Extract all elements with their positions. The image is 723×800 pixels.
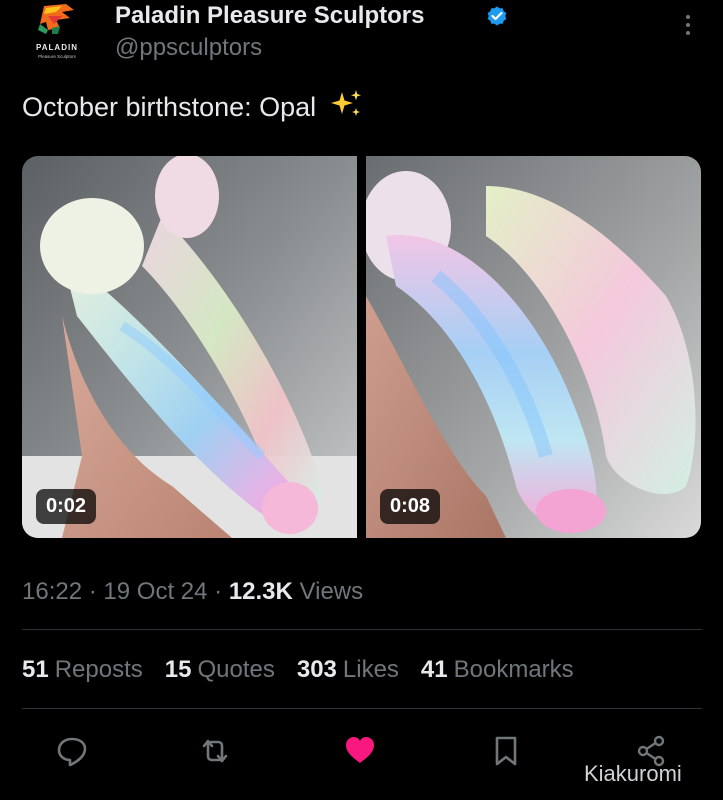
bookmarks-stat[interactable]: 41 Bookmarks — [421, 656, 574, 684]
reposts-count: 51 — [22, 656, 49, 683]
sparkles-icon — [330, 90, 361, 116]
author-display-name[interactable]: Paladin Pleasure Sculptors — [115, 2, 424, 30]
views-label: Views — [299, 578, 364, 605]
bookmark-icon[interactable] — [489, 734, 523, 768]
reposts-stat[interactable]: 51 Reposts — [22, 656, 143, 684]
likes-count: 303 — [296, 656, 337, 683]
meta-separator: · — [88, 578, 97, 605]
opal-product-photo-1 — [22, 156, 357, 538]
like-icon[interactable] — [343, 734, 377, 768]
quotes-stat[interactable]: 15 Quotes — [165, 656, 275, 684]
engagement-stats: 51 Reposts 15 Quotes 303 Likes 41 Bookmarks — [22, 656, 574, 684]
video-duration-badge: 0:08 — [380, 489, 441, 524]
verified-badge-icon — [487, 6, 507, 26]
bookmarks-count: 41 — [420, 656, 448, 683]
bookmarks-label: Bookmarks — [453, 656, 574, 683]
divider — [22, 629, 702, 630]
post-text: October birthstone: Opal — [22, 88, 364, 123]
video-thumbnail-2[interactable]: 0:08 — [366, 156, 701, 538]
quotes-label: Quotes — [197, 656, 275, 683]
post-time[interactable]: 16:22 — [22, 578, 82, 605]
post-date[interactable]: 19 Oct 24 — [103, 578, 207, 605]
author-handle[interactable]: @ppsculptors — [115, 34, 262, 62]
svg-text:PALADIN: PALADIN — [36, 43, 78, 52]
post-metadata: 16:22 · 19 Oct 24 · 12.3K Views — [22, 578, 363, 606]
likes-label: Likes — [342, 656, 399, 683]
author-avatar[interactable]: PALADIN Pleasure Sculptors — [22, 0, 92, 62]
video-thumbnail-1[interactable]: 0:02 — [22, 156, 357, 538]
watermark: Kiakuromi — [584, 761, 682, 786]
likes-stat[interactable]: 303 Likes — [297, 656, 399, 684]
repost-icon[interactable] — [198, 734, 232, 768]
post-text-content: October birthstone: Opal — [22, 92, 317, 122]
paladin-helmet-logo: PALADIN Pleasure Sculptors — [36, 4, 78, 59]
views-count: 12.3K — [228, 578, 293, 605]
divider — [22, 708, 702, 709]
quotes-count: 15 — [164, 656, 192, 683]
svg-text:Pleasure Sculptors: Pleasure Sculptors — [38, 54, 77, 59]
opal-product-photo-2 — [366, 156, 701, 538]
reposts-label: Reposts — [54, 656, 143, 683]
more-options-icon[interactable] — [676, 10, 700, 40]
reply-icon[interactable] — [55, 734, 89, 768]
video-duration-badge: 0:02 — [36, 489, 97, 524]
meta-separator: · — [214, 578, 223, 605]
